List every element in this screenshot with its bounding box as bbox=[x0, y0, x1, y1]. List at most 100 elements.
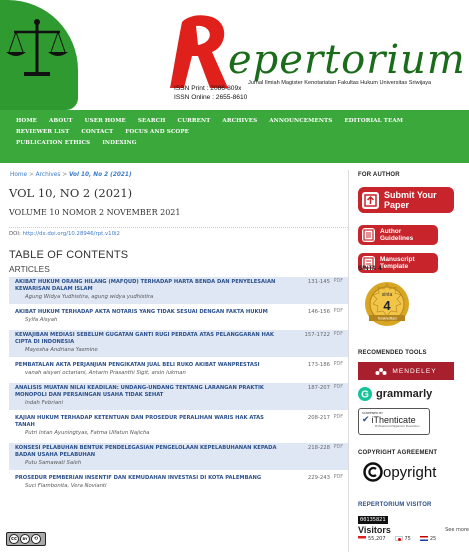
issn-online: ISSN Online : 2655-8610 bbox=[174, 94, 248, 101]
article-authors: Indah Febriani bbox=[25, 400, 63, 406]
article-title[interactable]: KEWAJIBAN MEDIASI SEBELUM GUGATAN GANTI … bbox=[15, 332, 283, 346]
grammarly-label: grammarly bbox=[376, 388, 433, 400]
breadcrumb-archives[interactable]: Archives bbox=[36, 172, 61, 178]
article-authors: Putri Intan Ayuningtyas, Fatma Ulfatun N… bbox=[25, 430, 150, 436]
flag-japan-icon bbox=[394, 536, 403, 541]
grammarly-link[interactable]: G grammarly bbox=[358, 387, 432, 401]
visitor-heading: REPERTORIUM VISITOR bbox=[358, 502, 432, 508]
nav-announcements[interactable]: ANNOUNCEMENTS bbox=[269, 116, 332, 127]
issn-block: ISSN Print : 2086-809x ISSN Online : 265… bbox=[174, 84, 247, 102]
template-label-line2: Template bbox=[380, 263, 409, 270]
site-header: epertorium Jurnal Ilmiah Magister Kenota… bbox=[0, 0, 469, 110]
article-pdf-link[interactable]: PDF bbox=[334, 475, 343, 480]
cc-by-icon: BY bbox=[20, 534, 30, 544]
nav-publication-ethics[interactable]: PUBLICATION ETHICS bbox=[16, 138, 90, 149]
flag-indonesia-icon bbox=[358, 536, 366, 541]
article-row: PROSEDUR PEMBERIAN INSENTIF DAN KEMUDAHA… bbox=[9, 473, 348, 493]
nav-home[interactable]: HOME bbox=[16, 116, 37, 127]
nav-current[interactable]: CURRENT bbox=[178, 116, 211, 127]
flag-netherlands-icon bbox=[419, 536, 428, 541]
article-row: AKIBAT HUKUM TERHADAP AKTA NOTARIS YANG … bbox=[9, 307, 348, 327]
article-title[interactable]: KONSESI PELABUHAN BENTUK PENDELEGASIAN P… bbox=[15, 445, 283, 459]
visitor-counter: 00135821 bbox=[358, 516, 388, 524]
cc-sa-icon: ⟲ bbox=[31, 534, 41, 544]
copyright-c-icon bbox=[363, 462, 383, 482]
nav-reviewer-list[interactable]: REVIEWER LIST bbox=[16, 127, 69, 138]
mendeley-icon bbox=[375, 367, 387, 375]
article-title[interactable]: AKIBAT HUKUM TERHADAP AKTA NOTARIS YANG … bbox=[15, 309, 283, 316]
see-more-link[interactable]: See more bbox=[445, 527, 469, 533]
recommended-tools-heading: RECOMENDED TOOLS bbox=[358, 350, 427, 356]
nav-row-1: HOME ABOUT USER HOME SEARCH CURRENT ARCH… bbox=[16, 116, 461, 138]
article-title[interactable]: PROSEDUR PEMBERIAN INSENTIF DAN KEMUDAHA… bbox=[15, 475, 283, 482]
breadcrumb-separator: > bbox=[27, 172, 36, 178]
article-row: KONSESI PELABUHAN BENTUK PENDELEGASIAN P… bbox=[9, 443, 348, 470]
article-pdf-link[interactable]: PDF bbox=[334, 332, 343, 337]
visitor-flags: 55,207 75 25 bbox=[358, 536, 469, 542]
nav-focus-and-scope[interactable]: FOCUS AND SCOPE bbox=[125, 127, 189, 138]
article-pdf-link[interactable]: PDF bbox=[334, 445, 343, 450]
copyright-heading: COPYRIGHT AGREEMENT bbox=[358, 450, 438, 456]
article-row: ANALISIS MUATAN NILAI KEADILAN: UNDANG-U… bbox=[9, 383, 348, 410]
guidelines-document-icon bbox=[362, 228, 375, 242]
breadcrumb-separator: > bbox=[60, 172, 69, 178]
article-authors: Putu Samawati Saleh bbox=[25, 460, 82, 466]
logo-r-icon bbox=[170, 15, 228, 88]
article-row: AKIBAT HUKUM ORANG HILANG (MAFQUD) TERHA… bbox=[9, 277, 348, 304]
article-pages: 173-186 bbox=[307, 362, 330, 368]
doi-label: DOI: bbox=[9, 231, 23, 237]
flag-entry: 25 bbox=[419, 536, 436, 542]
article-pdf-link[interactable]: PDF bbox=[334, 385, 343, 390]
guidelines-label-line2: Guidelines bbox=[380, 235, 414, 242]
nav-indexing[interactable]: INDEXING bbox=[102, 138, 137, 149]
issue-subtitle: VOLUME 10 NOMOR 2 NOVEMBER 2021 bbox=[9, 208, 181, 217]
template-label-line1: Manuscript bbox=[380, 255, 415, 263]
article-title[interactable]: ANALISIS MUATAN NILAI KEADILAN: UNDANG-U… bbox=[15, 385, 283, 399]
issn-print: ISSN Print : 2086-809x bbox=[174, 85, 242, 92]
articles-section-heading: ARTICLES bbox=[9, 264, 50, 274]
scales-of-justice-icon bbox=[6, 19, 68, 76]
article-title[interactable]: PEMBATALAN AKTA PERJANJIAN PENGIKATAN JU… bbox=[15, 362, 283, 369]
article-pdf-link[interactable]: PDF bbox=[334, 309, 343, 314]
article-pdf-link[interactable]: PDF bbox=[334, 362, 343, 367]
creative-commons-badge[interactable]: cc BY ⟲ bbox=[6, 532, 46, 546]
breadcrumb-current[interactable]: Vol 10, No 2 (2021) bbox=[69, 172, 132, 178]
submit-label-line2: Paper bbox=[384, 200, 410, 210]
article-authors: Suci Flambonita, Vera Novianti bbox=[25, 483, 107, 489]
article-pdf-link[interactable]: PDF bbox=[334, 415, 343, 420]
issue-title: VOL 10, NO 2 (2021) bbox=[9, 186, 133, 200]
nav-contact[interactable]: CONTACT bbox=[81, 127, 113, 138]
submit-label-line1: Submit Your bbox=[384, 190, 437, 200]
ithenticate-sub: Professional Plagiarism Prevention bbox=[375, 425, 420, 428]
mendeley-link[interactable]: MENDELEY bbox=[358, 362, 454, 380]
visitors-widget[interactable]: Visitors See more 55,207 75 25 bbox=[358, 525, 469, 542]
mendeley-label: MENDELEY bbox=[392, 367, 437, 375]
article-pages: 187-207 bbox=[307, 385, 330, 391]
sinta-badge-bottom: Terakreditasi bbox=[377, 317, 396, 321]
nav-search[interactable]: SEARCH bbox=[138, 116, 166, 127]
nav-user-home[interactable]: USER HOME bbox=[85, 116, 126, 127]
article-pages: 146-156 bbox=[307, 309, 330, 315]
cc-icon: cc bbox=[9, 534, 19, 544]
toc-heading: TABLE OF CONTENTS bbox=[9, 249, 129, 261]
article-row: PEMBATALAN AKTA PERJANJIAN PENGIKATAN JU… bbox=[9, 360, 348, 380]
sidebar: FOR AUTHOR Submit Your Paper Author Guidel… bbox=[357, 170, 469, 552]
article-pages: 157-1722 bbox=[304, 332, 330, 338]
submit-paper-button[interactable]: Submit Your Paper bbox=[358, 187, 454, 213]
sinta-badge-icon[interactable]: sinta 4 Terakreditasi bbox=[363, 280, 411, 328]
article-title[interactable]: AKIBAT HUKUM ORANG HILANG (MAFQUD) TERHA… bbox=[15, 279, 283, 293]
copyright-agreement-link[interactable]: opyright bbox=[363, 462, 436, 482]
ithenticate-link[interactable]: SCREENED BY ✔ iThenticate Professional P… bbox=[358, 408, 430, 435]
nav-about[interactable]: ABOUT bbox=[49, 116, 73, 127]
article-pdf-link[interactable]: PDF bbox=[334, 279, 343, 284]
submit-upload-icon bbox=[362, 191, 379, 209]
flag-count: 75 bbox=[404, 536, 411, 542]
breadcrumb-home[interactable]: Home bbox=[10, 172, 27, 178]
doi-link[interactable]: http://dx.doi.org/10.28946/rpt.v10i2 bbox=[23, 231, 120, 237]
for-author-heading: FOR AUTHOR bbox=[358, 172, 400, 178]
nav-editorial-team[interactable]: EDITORIAL TEAM bbox=[344, 116, 403, 127]
nav-archives[interactable]: ARCHIVES bbox=[222, 116, 257, 127]
author-guidelines-button[interactable]: Author Guidelines bbox=[358, 225, 438, 245]
journal-logo-text: epertorium bbox=[228, 37, 466, 83]
article-title[interactable]: KAJIAN HUKUM TERHADAP KETENTUAN DAN PROS… bbox=[15, 415, 283, 429]
